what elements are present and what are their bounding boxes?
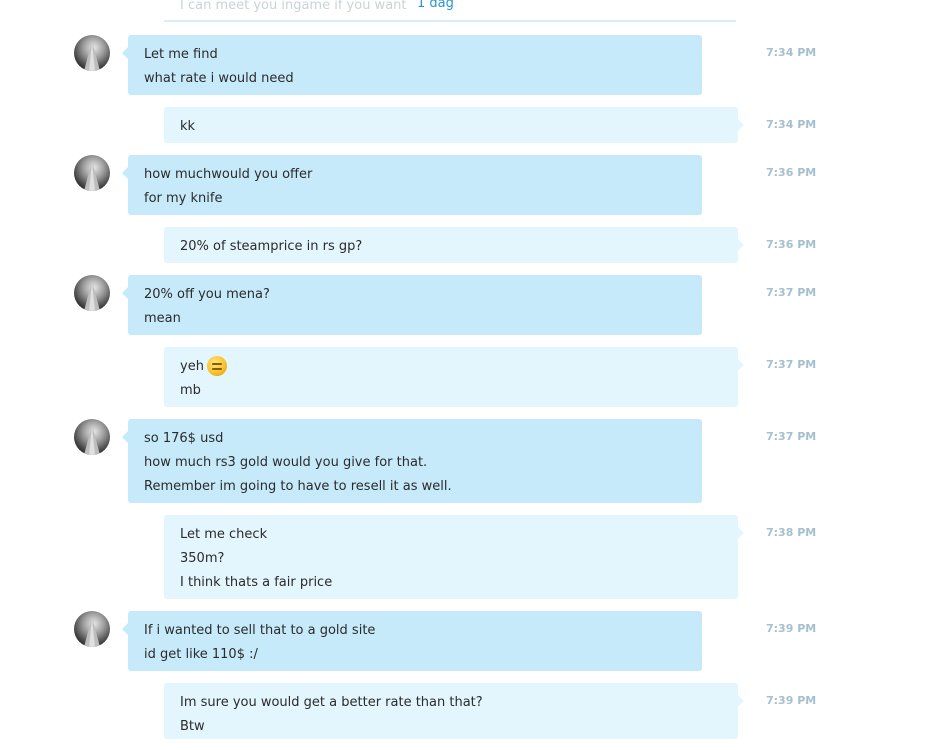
message-text: Btw [180,719,205,734]
message-text: for my knife [144,191,223,206]
deadpan-emoticon-icon [206,356,227,376]
message-text: Im sure you would get a better rate than… [180,695,483,710]
contact-avatar[interactable] [74,155,110,191]
chat-conversation: I can meet you ingame if you want 1 dag … [0,0,930,750]
message-text: Remember im going to have to resell it a… [144,479,452,494]
message-bubble-outgoing[interactable]: 20% of steamprice in rs gp? [164,227,744,263]
message-text: how muchwould you offer [144,167,313,182]
message-timestamp: 7:37 PM [766,430,817,443]
message-text: mb [180,383,201,398]
message-bubble-incoming[interactable]: Let me find what rate i would need [122,35,702,95]
message-bubble-incoming[interactable]: how muchwould you offer for my knife [122,155,702,215]
contact-avatar[interactable] [74,35,110,71]
contact-avatar[interactable] [74,611,110,647]
contact-avatar[interactable] [74,419,110,455]
date-label[interactable]: 1 dag [417,0,454,11]
message-text: kk [180,119,196,134]
message-text: 20% of steamprice in rs gp? [180,239,363,254]
message-text: so 176$ usd [144,431,224,446]
message-line: yeh [180,355,722,379]
previous-message-strip: I can meet you ingame if you want 1 dag [164,0,736,22]
message-timestamp: 7:38 PM [766,526,817,539]
message-timestamp: 7:36 PM [766,238,817,251]
message-text: Let me check [180,527,268,542]
contact-avatar[interactable] [74,275,110,311]
message-bubble-incoming[interactable]: 20% off you mena? mean [122,275,702,335]
message-text: If i wanted to sell that to a gold site [144,623,376,638]
message-timestamp: 7:36 PM [766,166,817,179]
message-bubble-outgoing[interactable]: yeh mb [164,347,744,407]
message-bubble-outgoing[interactable]: Let me check 350m? I think thats a fair … [164,515,744,599]
message-text: 20% off you mena? [144,287,270,302]
message-text: Let me find [144,47,218,62]
message-bubble-incoming[interactable]: so 176$ usd how much rs3 gold would you … [122,419,702,503]
message-bubble-incoming[interactable]: If i wanted to sell that to a gold site … [122,611,702,671]
message-text: yeh [180,359,204,374]
message-timestamp: 7:39 PM [766,694,817,707]
message-timestamp: 7:34 PM [766,118,817,131]
message-bubble-outgoing[interactable]: kk [164,107,744,143]
message-timestamp: 7:37 PM [766,286,817,299]
message-text: mean [144,311,181,326]
message-text: I think thats a fair price [180,575,333,590]
message-timestamp: 7:34 PM [766,46,817,59]
message-timestamp: 7:39 PM [766,622,817,635]
message-bubble-outgoing[interactable]: Im sure you would get a better rate than… [164,683,744,739]
previous-message-text: I can meet you ingame if you want [180,0,407,13]
message-text: id get like 110$ :/ [144,647,258,662]
message-timestamp: 7:37 PM [766,358,817,371]
message-text: 350m? [180,551,225,566]
message-text: how much rs3 gold would you give for tha… [144,455,428,470]
message-text: what rate i would need [144,71,294,86]
